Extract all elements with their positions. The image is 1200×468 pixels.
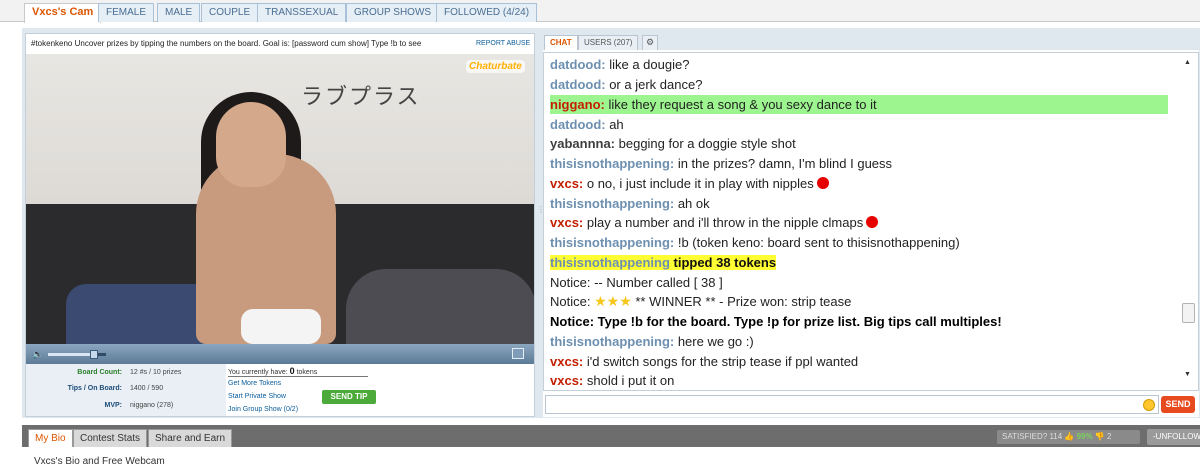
chat-message: thisisnothappening: here we go :) xyxy=(550,334,754,349)
report-abuse-link[interactable]: REPORT ABUSE xyxy=(476,34,534,54)
volume-icon[interactable]: 🔈 xyxy=(32,348,44,360)
tab-followed[interactable]: FOLLOWED (4/24) xyxy=(436,3,538,22)
group-show-link[interactable]: Join Group Show (0/2) xyxy=(228,406,298,413)
unfollow-button[interactable]: -UNFOLLOW xyxy=(1147,429,1200,445)
scroll-down-icon[interactable]: ▼ xyxy=(1184,371,1191,378)
chat-log[interactable]: datdood: like a dougie? datdood: or a je… xyxy=(543,52,1199,391)
bio-heading: Vxcs's Bio and Free Webcam xyxy=(34,456,165,467)
get-more-tokens-link[interactable]: Get More Tokens xyxy=(228,380,281,387)
notice-message: Notice: -- Number called [ 38 ] xyxy=(550,275,723,290)
send-tip-button[interactable]: SEND TIP xyxy=(322,390,376,404)
scroll-up-icon[interactable]: ▲ xyxy=(1184,59,1191,66)
tips-value: 1400 / 590 xyxy=(130,385,164,392)
board-count-value: 12 #s / 10 prizes xyxy=(130,369,182,376)
tab-cam[interactable]: Vxcs's Cam xyxy=(24,3,102,23)
chat-message: datdood: ah xyxy=(550,117,624,132)
volume-slider[interactable] xyxy=(48,350,106,359)
chat-message: yabannna: begging for a doggie style sho… xyxy=(550,136,796,151)
tab-male[interactable]: MALE xyxy=(157,3,201,22)
red-dot-emoticon xyxy=(816,177,829,189)
tab-couple[interactable]: COUPLE xyxy=(201,3,259,22)
red-dot-emoticon xyxy=(866,216,879,228)
fullscreen-icon[interactable] xyxy=(512,348,524,359)
scroll-thumb[interactable] xyxy=(1182,303,1195,323)
top-navigation: Vxcs's Cam FEMALE MALE COUPLE TRANSSEXUA… xyxy=(0,0,1200,23)
tip-stats: Board Count: 12 #s / 10 prizes Tips / On… xyxy=(26,364,226,416)
chat-message: vxcs: o no, i just include it in play wi… xyxy=(550,174,1168,193)
token-panel: You currently have: 0 tokens Get More To… xyxy=(226,364,534,416)
panel-resize-handle[interactable]: ⋮ xyxy=(537,205,545,214)
chat-message: niggano: like they request a song & you … xyxy=(550,95,1168,114)
board-count-label: Board Count: xyxy=(77,369,122,376)
chat-message: datdood: like a dougie? xyxy=(550,57,690,72)
tab-female[interactable]: FEMALE xyxy=(98,3,155,22)
chat-message: thisisnothappening: ah ok xyxy=(550,196,710,211)
chat-message: thisisnothappening: !b (token keno: boar… xyxy=(550,235,960,250)
private-show-link[interactable]: Start Private Show xyxy=(228,393,286,400)
star-icon: ★★★ xyxy=(594,293,632,309)
tip-message: thisisnothappening tipped 38 tokens xyxy=(550,255,777,270)
satisfaction-rating[interactable]: SATISFIED? 114 👍 99% 👎 2 xyxy=(997,430,1140,444)
tab-transsexual[interactable]: TRANSSEXUAL xyxy=(257,3,347,22)
chat-message: thisisnothappening: in the prizes? damn,… xyxy=(550,156,893,171)
room-subject: #tokenkeno Uncover prizes by tipping the… xyxy=(31,39,422,48)
chat-message: vxcs: play a number and i'll throw in th… xyxy=(550,213,1168,232)
tips-label: Tips / On Board: xyxy=(67,385,122,392)
gear-icon[interactable]: ⚙ xyxy=(642,35,658,50)
notice-message: Notice: ★★★ ** WINNER ** - Prize won: st… xyxy=(550,293,852,309)
tab-contest-stats[interactable]: Contest Stats xyxy=(73,429,148,447)
tab-users[interactable]: USERS (207) xyxy=(578,35,639,50)
mvp-value: niggano (278) xyxy=(130,402,174,409)
smiley-icon[interactable] xyxy=(1143,399,1155,411)
chaturbate-logo: Chaturbate xyxy=(466,60,525,73)
video-stream[interactable]: ラブプラス Chaturbate xyxy=(26,54,534,344)
token-balance: You currently have: 0 tokens xyxy=(228,366,368,377)
tab-share-and-earn[interactable]: Share and Earn xyxy=(148,429,233,447)
chat-message: vxcs: shold i put it on xyxy=(550,373,675,388)
chat-input[interactable] xyxy=(545,395,1159,414)
video-panel: #tokenkeno Uncover prizes by tipping the… xyxy=(25,33,535,417)
chat-scrollbar[interactable]: ▲ ▼ xyxy=(1179,53,1198,390)
chat-panel: CHAT USERS (207) ⚙ datdood: like a dougi… xyxy=(543,33,1199,417)
tab-chat[interactable]: CHAT xyxy=(544,35,578,50)
tab-my-bio[interactable]: My Bio xyxy=(28,429,73,447)
video-controls: 🔈 xyxy=(26,344,534,364)
notice-message: Notice: Type !b for the board. Type !p f… xyxy=(550,314,1002,329)
chat-message: datdood: or a jerk dance? xyxy=(550,77,703,92)
tab-group-shows[interactable]: GROUP SHOWS xyxy=(346,3,440,22)
volume-handle[interactable] xyxy=(90,350,98,359)
send-button[interactable]: SEND xyxy=(1161,396,1195,413)
wall-text: ラブプラス xyxy=(301,85,421,110)
chat-message: vxcs: i'd switch songs for the strip tea… xyxy=(550,354,859,369)
mvp-label: MVP: xyxy=(104,402,123,409)
chat-tabs: CHAT USERS (207) ⚙ xyxy=(543,33,1199,50)
bio-tab-bar: My Bio Contest Stats Share and Earn SATI… xyxy=(22,425,1200,447)
